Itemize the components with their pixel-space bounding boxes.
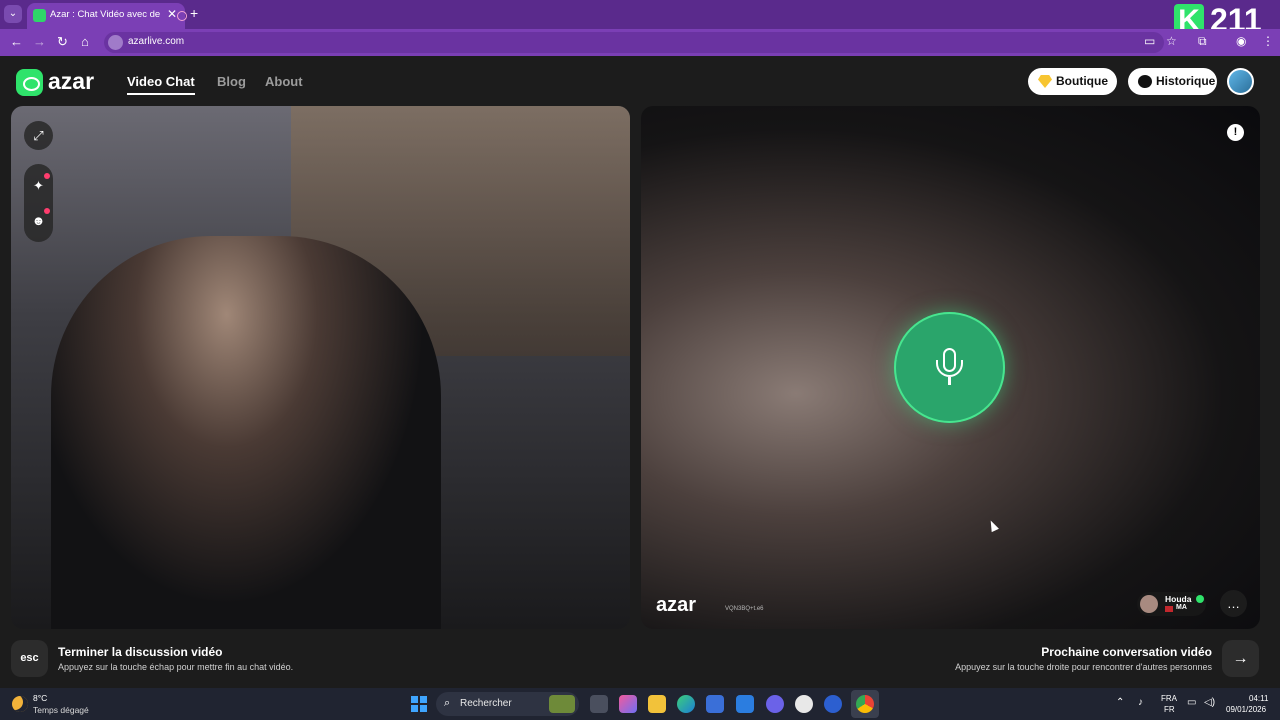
- clock-date[interactable]: 09/01/2026: [1226, 705, 1266, 714]
- weather-temperature[interactable]: 8°C: [33, 693, 47, 703]
- profile-icon[interactable]: ◉: [1236, 34, 1246, 48]
- report-shield-icon[interactable]: !: [1227, 124, 1244, 141]
- tab-close-icon[interactable]: ✕: [167, 7, 177, 21]
- azar-page: azar Video Chat Blog About Boutique Hist…: [0, 56, 1280, 688]
- language-code[interactable]: FRA: [1161, 694, 1177, 703]
- nav-blog[interactable]: Blog: [217, 74, 246, 89]
- browser-tab-bar: ⌄ Azar : Chat Vidéo avec de n ✕ +: [0, 0, 1280, 29]
- clock-time[interactable]: 04:11: [1249, 694, 1268, 703]
- mic-icon-arc: [936, 360, 963, 377]
- file-explorer-icon[interactable]: [648, 695, 666, 713]
- partner-video: ! azar VQN3BQ+t.e6 Houda MA …: [641, 106, 1260, 629]
- expand-icon[interactable]: ⤢: [24, 121, 53, 150]
- sparkle-effects-icon[interactable]: ✦: [31, 178, 46, 193]
- end-chat-title: Terminer la discussion vidéo: [58, 645, 223, 659]
- volume-icon[interactable]: ◁): [1204, 697, 1215, 708]
- tray-expand-icon[interactable]: ⌃: [1116, 697, 1124, 708]
- task-view-icon[interactable]: [590, 695, 608, 713]
- keyboard-layout[interactable]: FR: [1164, 705, 1175, 714]
- obs-icon[interactable]: [795, 695, 813, 713]
- end-chat-button[interactable]: esc: [11, 640, 48, 677]
- copilot-icon[interactable]: [619, 695, 637, 713]
- microphone-tray-icon[interactable]: ♪: [1138, 697, 1143, 708]
- home-icon[interactable]: ⌂: [81, 34, 89, 49]
- mic-icon-stem: [948, 377, 951, 385]
- azar-watermark: azar: [656, 594, 697, 616]
- edge-browser-icon[interactable]: [677, 695, 695, 713]
- address-bar[interactable]: azarlive.com: [104, 32, 1164, 53]
- network-icon[interactable]: ▭: [1187, 697, 1196, 708]
- extensions-icon[interactable]: ⧉: [1198, 34, 1207, 49]
- next-chat-arrow-button[interactable]: →: [1222, 640, 1259, 677]
- gem-icon: [1038, 75, 1052, 88]
- taskbar-search[interactable]: ⌕ Rechercher: [436, 692, 579, 716]
- country-flag-icon: [1165, 606, 1173, 612]
- next-chat-title: Prochaine conversation vidéo: [1041, 645, 1212, 659]
- moon-weather-icon[interactable]: [12, 696, 28, 712]
- end-chat-hint: Appuyez sur la touche échap pour mettre …: [58, 662, 294, 672]
- browser-tab[interactable]: Azar : Chat Vidéo avec de n ✕: [27, 3, 187, 29]
- partner-avatar: [1140, 595, 1158, 613]
- clock-icon: [1138, 75, 1152, 88]
- shop-label: Boutique: [1056, 74, 1108, 88]
- microphone-active-indicator: [894, 312, 1005, 423]
- url-text: azarlive.com: [128, 36, 185, 47]
- tab-title: Azar : Chat Vidéo avec de n: [50, 9, 160, 20]
- search-icon: ⌕: [444, 697, 451, 709]
- effects-notification-dot: [44, 173, 50, 179]
- self-person: [51, 236, 441, 629]
- windows-taskbar: 8°C Temps dégagé ⌕ Rechercher ⌃ ♪ FRA FR…: [0, 688, 1280, 720]
- verified-icon: [1196, 595, 1204, 603]
- reload-icon[interactable]: ↻: [57, 34, 68, 50]
- nav-about[interactable]: About: [265, 74, 303, 89]
- partner-country: MA: [1176, 604, 1187, 611]
- browser-toolbar: ← → ↻ ⌂ azarlive.com ▭ ☆ ⧉ ◉ ⋮: [0, 29, 1280, 56]
- azar-logo-icon[interactable]: [16, 69, 43, 96]
- search-highlight-image: [549, 695, 575, 713]
- partner-name: Houda: [1165, 594, 1192, 604]
- menu-kebab-icon[interactable]: ⋮: [1262, 34, 1274, 48]
- partner-info[interactable]: Houda MA: [1137, 592, 1206, 616]
- face-filter-icon[interactable]: ☻: [31, 213, 46, 228]
- site-info-icon[interactable]: [108, 35, 123, 50]
- filter-notification-dot: [44, 208, 50, 214]
- self-video: ⤢ ✦ ☻: [11, 106, 630, 629]
- bookmark-star-icon[interactable]: ☆: [1166, 34, 1177, 48]
- app-icon[interactable]: [824, 695, 842, 713]
- discord-icon[interactable]: [766, 695, 784, 713]
- cast-icon[interactable]: ▭: [1144, 34, 1155, 48]
- next-chat-hint: Appuyez sur la touche droite pour rencon…: [955, 662, 1212, 672]
- history-button[interactable]: Historique: [1128, 68, 1217, 95]
- chat-bubble-icon[interactable]: …: [1220, 590, 1247, 617]
- user-avatar[interactable]: [1227, 68, 1254, 95]
- brand-name[interactable]: azar: [48, 68, 94, 95]
- tab-search-button[interactable]: ⌄: [4, 5, 22, 23]
- watermark-code: VQN3BQ+t.e6: [725, 606, 764, 612]
- chrome-icon[interactable]: [856, 695, 874, 713]
- new-tab-button[interactable]: +: [190, 5, 198, 21]
- weather-condition[interactable]: Temps dégagé: [33, 705, 89, 715]
- recording-indicator-icon: [177, 11, 187, 21]
- azar-favicon-icon: [33, 9, 46, 22]
- nav-video-chat[interactable]: Video Chat: [127, 74, 195, 95]
- history-label: Historique: [1156, 74, 1216, 88]
- back-icon[interactable]: ←: [10, 34, 23, 49]
- forward-icon[interactable]: →: [33, 34, 46, 49]
- search-placeholder: Rechercher: [460, 698, 512, 709]
- store-icon[interactable]: [706, 695, 724, 713]
- shop-button[interactable]: Boutique: [1028, 68, 1117, 95]
- windows-start-icon[interactable]: [411, 696, 427, 712]
- effects-toolbar: ✦ ☻: [24, 164, 53, 242]
- mail-icon[interactable]: [736, 695, 754, 713]
